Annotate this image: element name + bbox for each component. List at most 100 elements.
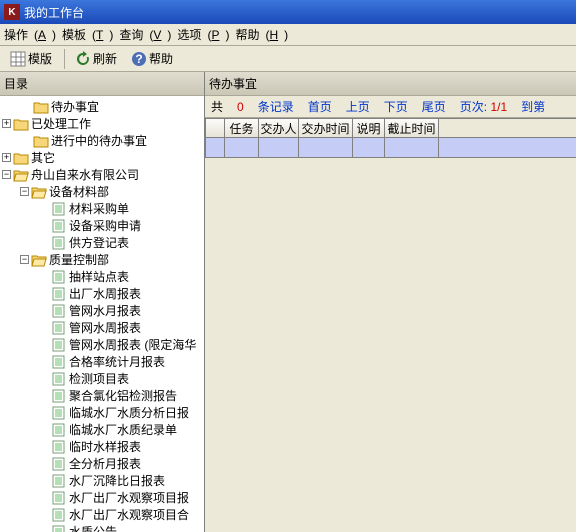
document-icon [51,202,67,216]
menu-query[interactable]: 查询(V) [119,26,171,43]
grid-col-assigntime[interactable]: 交办时间 [299,119,353,137]
tree-item-label: 已处理工作 [31,115,91,132]
separator [64,49,65,69]
tree-item[interactable]: + 已处理工作 [2,115,204,132]
tree-item[interactable]: + 其它 [2,149,204,166]
tree-item[interactable]: 待办事宜 [2,98,204,115]
tree-item[interactable]: − 设备材料部 [2,183,204,200]
grid-col-deadline[interactable]: 截止时间 [385,119,439,137]
tree-item-label: 水厂沉降比日报表 [69,472,165,489]
expand-icon[interactable]: + [2,153,11,162]
grid: 任务 交办人 交办时间 说明 截止时间 [205,118,576,158]
tree-item[interactable]: 临时水样报表 [2,438,204,455]
window-title: 我的工作台 [24,4,84,21]
tree-item[interactable]: 合格率统计月报表 [2,353,204,370]
pager-next[interactable]: 下页 [384,98,408,115]
pager-last[interactable]: 尾页 [422,98,446,115]
tree-item-label: 其它 [31,149,55,166]
refresh-icon [75,51,91,67]
folder-icon [33,100,49,114]
tree-item-label: 抽样站点表 [69,268,129,285]
toolbar: 模版 刷新 帮助 [0,46,576,72]
folder-open-icon [31,253,47,267]
tree-item[interactable]: 聚合氯化铝检测报告 [2,387,204,404]
tree-item-label: 材料采购单 [69,200,129,217]
tree-item-label: 聚合氯化铝检测报告 [69,387,177,404]
title-bar: K 我的工作台 [0,0,576,24]
grid-col-task[interactable]: 任务 [225,119,259,137]
folder-icon [13,117,29,131]
tool-templates[interactable]: 模版 [4,48,58,69]
grid-col-selector[interactable] [206,119,225,137]
document-icon [51,219,67,233]
app-icon: K [4,4,20,20]
tree-item[interactable]: 管网水周报表 [2,319,204,336]
document-icon [51,372,67,386]
document-icon [51,508,67,522]
grid-col-desc[interactable]: 说明 [353,119,385,137]
tree-item[interactable]: 临城水厂水质纪录单 [2,421,204,438]
collapse-icon[interactable]: − [20,187,29,196]
tree-item-label: 管网水周报表 (限定海华 [69,336,196,353]
menu-action[interactable]: 操作(A) [4,26,56,43]
tree-item[interactable]: 抽样站点表 [2,268,204,285]
collapse-icon[interactable]: − [20,255,29,264]
pager-count: 0 [237,100,244,114]
document-icon [51,270,67,284]
menu-templates[interactable]: 模板(T) [62,26,113,43]
folder-open-icon [31,185,47,199]
tree-view[interactable]: 待办事宜+已处理工作进行中的待办事宜+其它−舟山自来水有限公司−设备材料部材料采… [0,96,204,532]
tree-item[interactable]: −质量控制部 [2,251,204,268]
pager-records: 条记录 [258,98,294,115]
tool-help[interactable]: 帮助 [125,48,179,69]
document-icon [51,406,67,420]
menu-help[interactable]: 帮助(H) [235,26,288,43]
tree-item[interactable]: 水厂出厂水观察项目合 [2,506,204,523]
pager-first[interactable]: 首页 [308,98,332,115]
tree-item[interactable]: 水厂出厂水观察项目报 [2,489,204,506]
tree-item[interactable]: 临城水厂水质分析日报 [2,404,204,421]
grid-empty-row[interactable] [205,138,576,158]
tree-item[interactable]: 管网水周报表 (限定海华 [2,336,204,353]
tree-item[interactable]: 水质公告 [2,523,204,532]
grid-col-assigner[interactable]: 交办人 [259,119,299,137]
document-icon [51,474,67,488]
pager-prev[interactable]: 上页 [346,98,370,115]
tree-item[interactable]: 进行中的待办事宜 [2,132,204,149]
document-icon [51,338,67,352]
tool-refresh[interactable]: 刷新 [69,48,123,69]
document-icon [51,321,67,335]
tree-item[interactable]: 设备采购申请 [2,217,204,234]
pager-page-label: 页次: 1/1 [460,98,507,115]
folder-icon [33,134,49,148]
tree-item[interactable]: 出厂水周报表 [2,285,204,302]
tree-item[interactable]: 供方登记表 [2,234,204,251]
tree-item[interactable]: 材料采购单 [2,200,204,217]
help-icon [131,51,147,67]
document-icon [51,304,67,318]
tree-item[interactable]: 检测项目表 [2,370,204,387]
tree-item-label: 水厂出厂水观察项目报 [69,489,189,506]
tree-item-label: 设备材料部 [49,183,109,200]
document-icon [51,491,67,505]
tree-item[interactable]: 管网水月报表 [2,302,204,319]
left-panel: 目录 待办事宜+已处理工作进行中的待办事宜+其它−舟山自来水有限公司−设备材料部… [0,72,205,532]
tree-item-label: 出厂水周报表 [69,285,141,302]
tree-item-label: 设备采购申请 [69,217,141,234]
collapse-icon[interactable]: − [2,170,11,179]
document-icon [51,457,67,471]
document-icon [51,355,67,369]
folder-open-icon [13,168,29,182]
tree-item[interactable]: 水厂沉降比日报表 [2,472,204,489]
folder-icon [13,151,29,165]
document-icon [51,389,67,403]
menu-options[interactable]: 选项(P) [177,26,229,43]
tree-item-label: 全分析月报表 [69,455,141,472]
tree-item[interactable]: 全分析月报表 [2,455,204,472]
document-icon [51,440,67,454]
expand-icon[interactable]: + [2,119,11,128]
tree-item-label: 供方登记表 [69,234,129,251]
left-panel-title: 目录 [0,72,204,96]
tree-item[interactable]: −舟山自来水有限公司 [2,166,204,183]
tree-item-label: 水厂出厂水观察项目合 [69,506,189,523]
